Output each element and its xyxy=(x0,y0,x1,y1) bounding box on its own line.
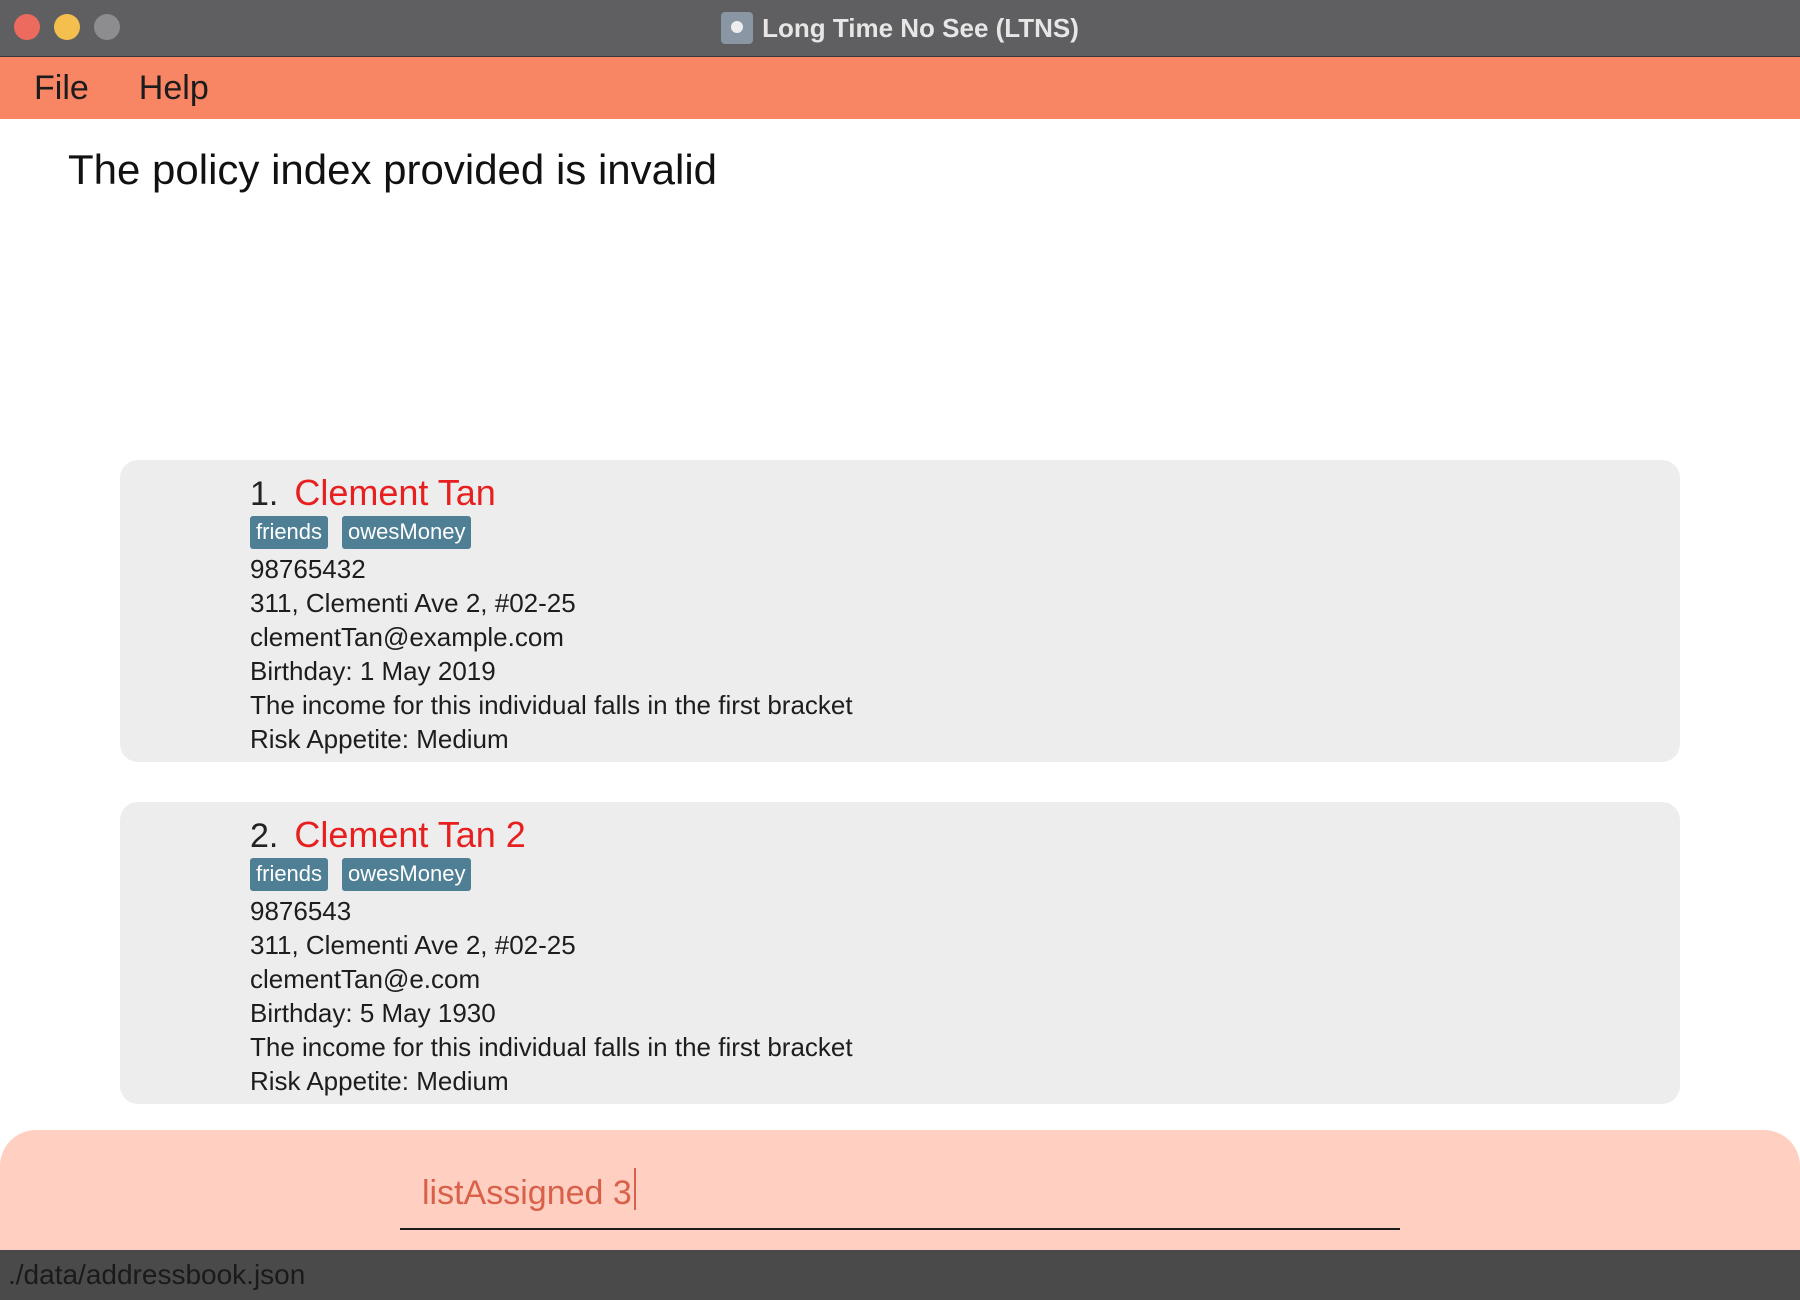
save-file-path: ./data/addressbook.json xyxy=(8,1259,306,1290)
menu-file[interactable]: File xyxy=(34,69,89,108)
person-birthday: Birthday: 1 May 2019 xyxy=(250,656,496,686)
person-index: 2. xyxy=(250,817,279,855)
person-name: Clement Tan 2 xyxy=(294,814,526,855)
person-details: 98765432 311, Clementi Ave 2, #02-25 cle… xyxy=(250,552,853,756)
person-card[interactable]: 1. Clement Tan friends owesMoney 9876543… xyxy=(120,460,1680,762)
tag-owes-money: owesMoney xyxy=(342,516,472,549)
person-card-header: 1. Clement Tan xyxy=(250,472,496,514)
command-box-area xyxy=(0,1130,1800,1250)
tag-friends: friends xyxy=(250,516,329,549)
command-input-underline xyxy=(400,1228,1400,1230)
person-address: 311, Clementi Ave 2, #02-25 xyxy=(250,588,576,618)
result-display: The policy index provided is invalid xyxy=(43,130,1757,405)
person-income: The income for this individual falls in … xyxy=(250,1032,853,1062)
result-message: The policy index provided is invalid xyxy=(68,146,718,193)
person-index: 1. xyxy=(250,475,279,513)
person-card-header: 2. Clement Tan 2 xyxy=(250,814,526,856)
title-bar[interactable]: Long Time No See (LTNS) xyxy=(0,0,1800,57)
app-window: Long Time No See (LTNS) File Help The po… xyxy=(0,0,1800,1300)
status-bar: ./data/addressbook.json xyxy=(0,1250,1800,1300)
tag-owes-money: owesMoney xyxy=(342,858,472,891)
person-phone: 9876543 xyxy=(250,896,352,926)
command-input[interactable] xyxy=(400,1162,1400,1224)
person-tags: friends owesMoney xyxy=(250,858,485,891)
window-title-group: Long Time No See (LTNS) xyxy=(0,0,1800,56)
person-birthday: Birthday: 5 May 1930 xyxy=(250,998,496,1028)
ltns-app-icon xyxy=(721,12,754,44)
menu-help[interactable]: Help xyxy=(139,69,209,108)
text-caret xyxy=(633,1168,636,1210)
person-tags: friends owesMoney xyxy=(250,516,485,549)
person-email: clementTan@e.com xyxy=(250,964,481,994)
person-address: 311, Clementi Ave 2, #02-25 xyxy=(250,930,576,960)
window-title: Long Time No See (LTNS) xyxy=(762,12,1079,43)
person-risk-appetite: Risk Appetite: Medium xyxy=(250,724,509,754)
tag-friends: friends xyxy=(250,858,329,891)
person-phone: 98765432 xyxy=(250,554,366,584)
person-email: clementTan@example.com xyxy=(250,622,564,652)
person-income: The income for this individual falls in … xyxy=(250,690,853,720)
person-details: 9876543 311, Clementi Ave 2, #02-25 clem… xyxy=(250,894,853,1098)
person-risk-appetite: Risk Appetite: Medium xyxy=(250,1066,509,1096)
menu-bar: File Help xyxy=(0,57,1800,119)
person-name: Clement Tan xyxy=(294,472,496,513)
person-card[interactable]: 2. Clement Tan 2 friends owesMoney 98765… xyxy=(120,802,1680,1104)
